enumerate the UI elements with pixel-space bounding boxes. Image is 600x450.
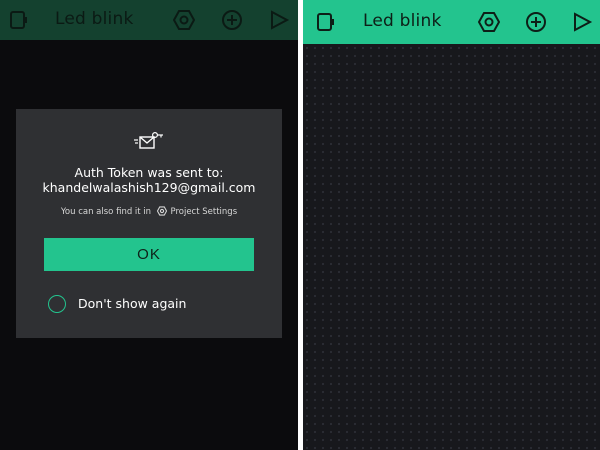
message-email: khandelwalashish129@gmail.com — [42, 180, 256, 195]
app-header: Led blink — [0, 0, 298, 40]
device-icon[interactable] — [315, 11, 337, 33]
device-icon[interactable] — [8, 9, 30, 31]
left-screen: Led blink Auth Token was sent to: khande… — [0, 0, 298, 450]
dont-show-again-label[interactable]: Don't show again — [78, 296, 186, 311]
page-title: Led blink — [363, 11, 442, 31]
message-line-1: Auth Token was sent to: — [74, 165, 224, 180]
app-header: Led blink — [303, 0, 600, 44]
project-settings-icon — [156, 206, 167, 216]
settings-icon[interactable] — [173, 9, 195, 31]
hint-prefix: You can also find it in — [60, 207, 152, 217]
ok-button[interactable]: OK — [44, 238, 254, 271]
widget-canvas[interactable] — [303, 44, 600, 450]
play-icon[interactable] — [571, 11, 593, 33]
add-icon[interactable] — [525, 11, 547, 33]
play-icon[interactable] — [268, 9, 290, 31]
dont-show-again-checkbox[interactable] — [48, 295, 66, 313]
settings-icon[interactable] — [478, 11, 500, 33]
hint-text: You can also find it in Project Settings — [16, 206, 282, 217]
mail-token-icon — [134, 131, 163, 149]
add-icon[interactable] — [221, 9, 243, 31]
right-screen: Led blink — [303, 0, 600, 450]
hint-project-settings: Project Settings — [170, 207, 238, 217]
page-title: Led blink — [55, 9, 134, 29]
auth-token-dialog: Auth Token was sent to: khandelwalashish… — [16, 109, 282, 338]
